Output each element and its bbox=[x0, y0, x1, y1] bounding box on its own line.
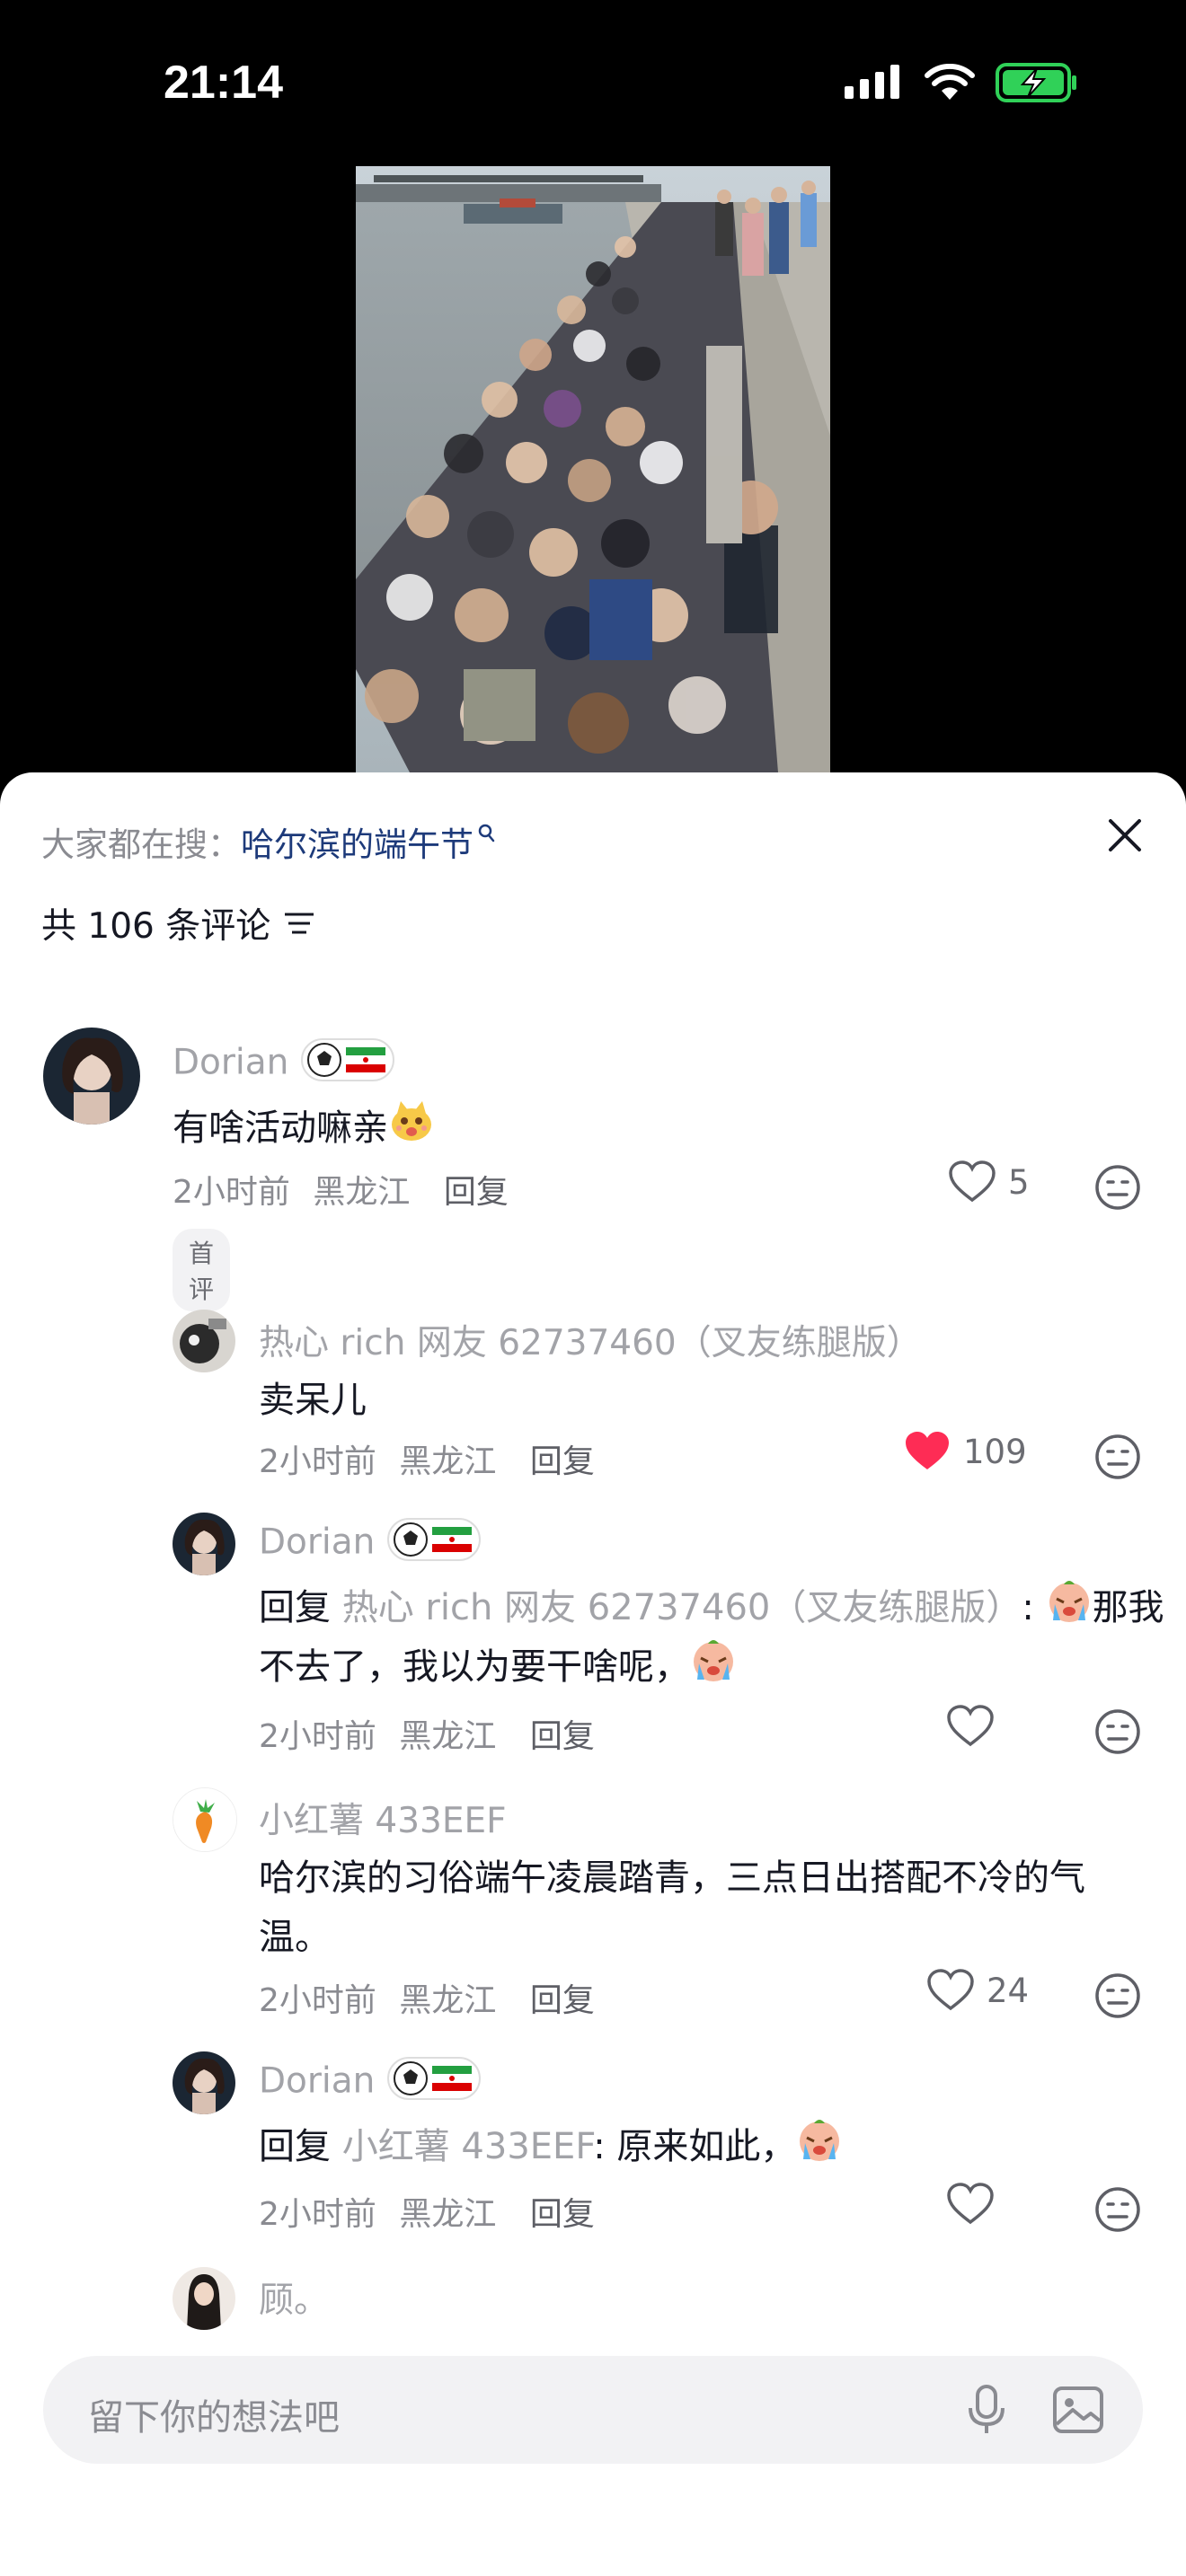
comment-sheet: 大家都在搜：哈尔滨的端午节 共 106 条评论 Dorian 有啥活动嘛亲 2小… bbox=[0, 772, 1186, 2576]
comment-meta: 2小时前 黑龙江 回复 bbox=[259, 1710, 595, 1757]
first-comment-tag: 首评 bbox=[173, 1229, 231, 1311]
heart-outline-icon bbox=[949, 1160, 996, 1203]
search-suggestion[interactable]: 大家都在搜：哈尔滨的端午节 bbox=[41, 817, 497, 866]
comment-meta: 2小时前 黑龙江 回复 bbox=[173, 1166, 509, 1213]
dislike-button[interactable] bbox=[1094, 1164, 1141, 1211]
comment-count: 共 106 条评论 bbox=[41, 906, 271, 947]
comment-input-placeholder: 留下你的想法吧 bbox=[88, 2397, 340, 2439]
battery-charging-icon bbox=[996, 63, 1076, 102]
comment-text: 回复 热心 rich 网友 62737460（叉友练腿版）: 那我 bbox=[259, 1577, 1164, 1642]
avatar[interactable] bbox=[43, 1028, 140, 1125]
wifi-icon bbox=[925, 64, 975, 100]
dislike-button[interactable] bbox=[1094, 1708, 1141, 1755]
reply-button[interactable]: 回复 bbox=[530, 1982, 595, 2019]
status-time: 21:14 bbox=[164, 57, 283, 109]
image-icon bbox=[1053, 2386, 1103, 2433]
comment-meta: 2小时前 黑龙江 回复 bbox=[259, 2188, 595, 2235]
comment-location: 黑龙江 bbox=[399, 2196, 497, 2233]
close-icon bbox=[1109, 819, 1141, 851]
dislike-face-icon bbox=[1095, 1165, 1140, 1210]
dislike-face-icon bbox=[1095, 1434, 1140, 1479]
avatar[interactable] bbox=[173, 2267, 235, 2330]
reply-button[interactable]: 回复 bbox=[444, 1174, 509, 1211]
like-count: 5 bbox=[1008, 1162, 1030, 1202]
heart-outline-icon bbox=[927, 1969, 974, 2011]
heart-outline-icon bbox=[947, 2183, 994, 2225]
cute-face-emoji-icon bbox=[388, 1098, 435, 1162]
comment-author[interactable]: 顾。 bbox=[259, 2272, 329, 2323]
comment-location: 黑龙江 bbox=[399, 1982, 497, 2019]
comment-author[interactable]: Dorian bbox=[259, 1518, 482, 1570]
comment-location: 黑龙江 bbox=[313, 1174, 411, 1211]
avatar[interactable] bbox=[173, 1513, 235, 1575]
avatar[interactable] bbox=[173, 1787, 237, 1852]
search-term[interactable]: 哈尔滨的端午节 bbox=[241, 825, 474, 864]
voice-input-button[interactable] bbox=[958, 2381, 1015, 2439]
dislike-face-icon bbox=[1095, 1973, 1140, 2018]
comment-text: 哈尔滨的习俗端午凌晨踏青，三点日出搭配不冷的气 bbox=[259, 1857, 1085, 1899]
comment-time: 2小时前 bbox=[259, 1982, 376, 2019]
video-preview[interactable] bbox=[356, 166, 830, 772]
comment-text: 有啥活动嘛亲 bbox=[173, 1098, 435, 1162]
comment-text: 回复 小红薯 433EEF: 原来如此， bbox=[259, 2116, 843, 2181]
like-button[interactable] bbox=[947, 2183, 994, 2226]
comment-time: 2小时前 bbox=[259, 1718, 376, 1755]
crying-face-emoji-icon bbox=[796, 2116, 843, 2181]
football-iran-badge-icon bbox=[387, 1518, 482, 1570]
comment-author[interactable]: Dorian bbox=[259, 2057, 482, 2109]
comment-author[interactable]: Dorian bbox=[173, 1038, 395, 1090]
comment-input[interactable]: 留下你的想法吧 bbox=[43, 2356, 1143, 2464]
crying-face-emoji-icon bbox=[1046, 1577, 1093, 1642]
football-iran-badge-icon bbox=[387, 2057, 482, 2109]
comment-time: 2小时前 bbox=[259, 1443, 376, 1480]
close-button[interactable] bbox=[1098, 808, 1152, 862]
search-prefix: 大家都在搜： bbox=[41, 825, 241, 864]
heart-filled-icon bbox=[906, 1432, 949, 1469]
comment-author[interactable]: 热心 rich 网友 62737460（叉友练腿版） bbox=[259, 1315, 922, 1365]
like-button[interactable]: 5 bbox=[949, 1160, 1030, 1204]
comment-location: 黑龙江 bbox=[399, 1718, 497, 1755]
dislike-button[interactable] bbox=[1094, 1972, 1141, 2019]
heart-outline-icon bbox=[947, 1705, 994, 1747]
comment-text-line: 温。 bbox=[259, 1917, 331, 1958]
comment-author[interactable]: 小红薯 433EEF bbox=[259, 1793, 507, 1843]
like-button[interactable]: 24 bbox=[927, 1969, 1029, 2012]
reply-target[interactable]: 热心 rich 网友 62737460（叉友练腿版） bbox=[342, 1587, 1022, 1628]
reply-button[interactable]: 回复 bbox=[530, 2196, 595, 2233]
sort-icon bbox=[285, 913, 314, 934]
search-icon bbox=[477, 814, 497, 852]
dislike-button[interactable] bbox=[1094, 1434, 1141, 1480]
crowd-photo bbox=[356, 166, 830, 772]
comment-meta: 2小时前 黑龙江 回复 bbox=[259, 1974, 595, 2021]
comment-meta: 2小时前 黑龙江 回复 bbox=[259, 1435, 595, 1482]
comment-text-line: 不去了，我以为要干啥呢， bbox=[259, 1636, 737, 1701]
reply-button[interactable]: 回复 bbox=[530, 1718, 595, 1755]
crying-face-emoji-icon bbox=[690, 1636, 737, 1701]
avatar[interactable] bbox=[173, 1310, 235, 1372]
reply-target[interactable]: 小红薯 433EEF bbox=[342, 2126, 594, 2167]
comment-time: 2小时前 bbox=[259, 2196, 376, 2233]
avatar[interactable] bbox=[173, 2051, 235, 2114]
dislike-face-icon bbox=[1095, 1709, 1140, 1754]
like-count: 109 bbox=[963, 1432, 1027, 1471]
dislike-face-icon bbox=[1095, 2187, 1140, 2232]
microphone-icon bbox=[969, 2385, 1005, 2433]
dislike-button[interactable] bbox=[1094, 2186, 1141, 2233]
image-picker-button[interactable] bbox=[1049, 2381, 1107, 2439]
like-count: 24 bbox=[987, 1971, 1030, 2010]
comment-count-row[interactable]: 共 106 条评论 bbox=[41, 898, 315, 948]
status-bar: 21:14 bbox=[0, 0, 1186, 171]
like-button[interactable] bbox=[947, 1705, 994, 1748]
comment-location: 黑龙江 bbox=[399, 1443, 497, 1480]
like-button[interactable]: 109 bbox=[904, 1430, 1027, 1473]
cellular-signal-icon bbox=[845, 65, 899, 99]
comment-text: 卖呆儿 bbox=[259, 1380, 367, 1421]
status-icons bbox=[845, 63, 1078, 102]
reply-button[interactable]: 回复 bbox=[530, 1443, 595, 1480]
comment-time: 2小时前 bbox=[173, 1174, 290, 1211]
football-iran-badge-icon bbox=[301, 1038, 395, 1090]
